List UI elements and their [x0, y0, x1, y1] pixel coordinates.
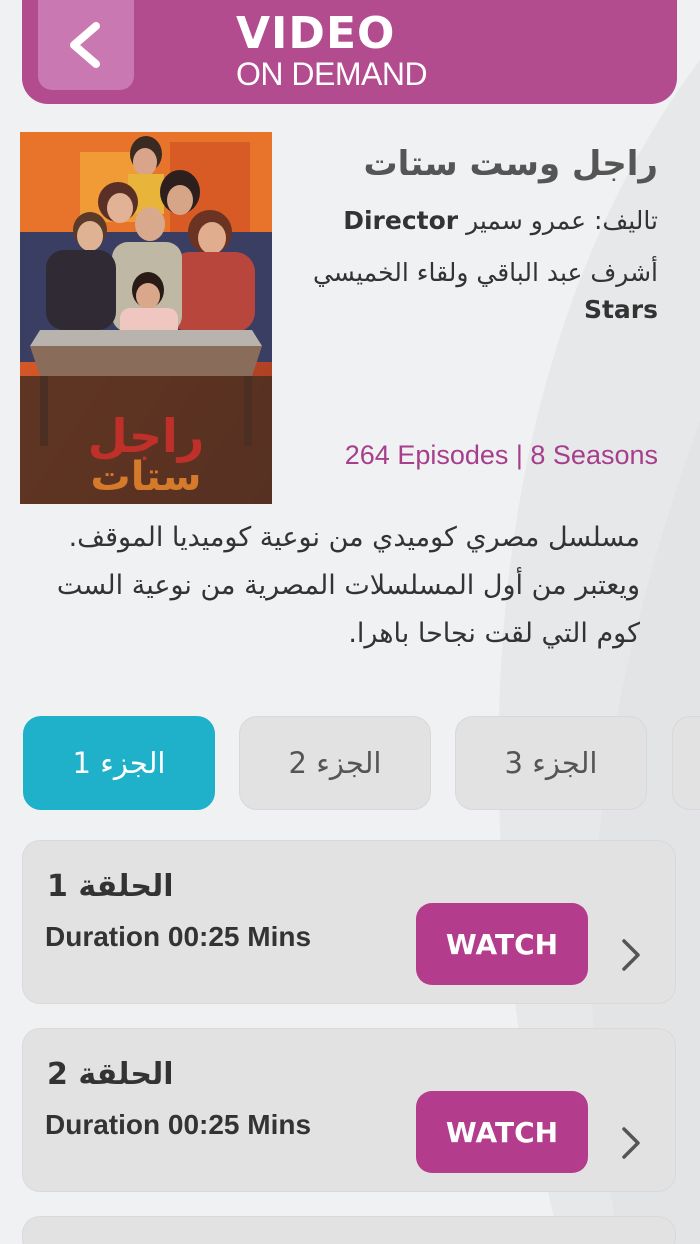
season-tabs: الجزء 1 الجزء 2 الجزء 3	[0, 716, 700, 810]
tab-season-next-partial[interactable]	[672, 716, 700, 810]
watch-button[interactable]: WATCH	[416, 1091, 588, 1173]
back-button[interactable]	[38, 0, 134, 90]
poster-image: راجل ستات	[20, 132, 272, 504]
page-title: VIDEO ON DEMAND	[236, 8, 428, 92]
show-title: راجل وست ستات	[363, 144, 658, 184]
svg-text:ستات: ستات	[91, 454, 202, 500]
episode-card[interactable]: الحلقة 1 Duration 00:25 Mins WATCH	[22, 840, 676, 1004]
stars-text: أشرف عبد الباقي ولقاء الخميسي	[312, 257, 658, 287]
tab-season-1[interactable]: الجزء 1	[23, 716, 215, 810]
show-description: مسلسل مصري كوميدي من نوعية كوميديا الموق…	[56, 522, 640, 649]
app-header: VIDEO ON DEMAND	[22, 0, 677, 104]
episode-duration: Duration 00:25 Mins	[45, 1109, 312, 1140]
tab-season-3[interactable]: الجزء 3	[455, 716, 647, 810]
episode-title: الحلقة 1	[47, 869, 174, 904]
show-info: راجل وست ستات تاليف: عمرو سمير Director …	[298, 144, 658, 329]
stars-line: أشرف عبد الباقي ولقاء الخميسي Stars	[298, 254, 658, 329]
director-line: تاليف: عمرو سمير Director	[298, 202, 658, 240]
episode-card[interactable]: الحلقة 2 Duration 00:25 Mins WATCH	[22, 1028, 676, 1192]
tab-season-2[interactable]: الجزء 2	[239, 716, 431, 810]
watch-button[interactable]: WATCH	[416, 903, 588, 985]
chevron-right-icon[interactable]	[619, 935, 643, 975]
director-label: Director	[343, 206, 459, 235]
title-line2: ON DEMAND	[236, 56, 428, 92]
episodes-seasons-count: 264 Episodes | 8 Seasons	[344, 440, 658, 470]
episode-duration: Duration 00:25 Mins	[45, 921, 312, 952]
episode-title: الحلقة 2	[47, 1057, 174, 1092]
show-poster[interactable]: راجل ستات	[20, 132, 272, 504]
chevron-left-icon	[70, 22, 100, 68]
director-text: تاليف: عمرو سمير	[466, 206, 658, 235]
title-line1: VIDEO	[236, 8, 396, 59]
episode-card-partial[interactable]	[22, 1216, 676, 1244]
stars-label: Stars	[583, 295, 658, 324]
chevron-right-icon[interactable]	[619, 1123, 643, 1163]
